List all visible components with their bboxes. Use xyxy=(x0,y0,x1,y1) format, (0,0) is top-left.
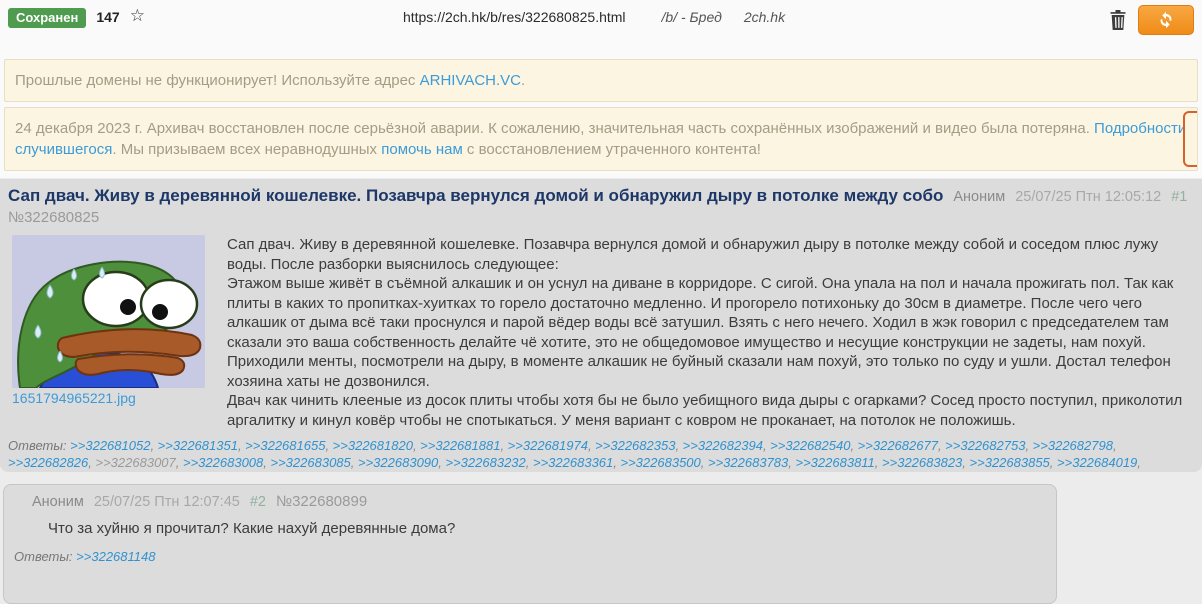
thread-title: Сап двач. Живу в деревянной кошелевке. П… xyxy=(8,184,943,208)
reply-link[interactable]: >>322683823 xyxy=(882,455,962,470)
op-content: 1651794965221.jpg Сап двач. Живу в дерев… xyxy=(8,235,1194,430)
reply-link[interactable]: >>322682677 xyxy=(858,438,938,453)
op-image-thumbnail[interactable] xyxy=(12,235,205,388)
post-2-author: Аноним xyxy=(32,494,84,510)
notice-domains: Прошлые домены не функционирует! Использ… xyxy=(4,59,1198,102)
saved-count: 147 xyxy=(96,9,119,25)
post-2-header: Аноним 25/07/25 Птн 12:07:45 #2 №3226808… xyxy=(32,493,1044,511)
arhivach-thread-page: { "topbar": { "status_badge": "Сохранен"… xyxy=(0,0,1202,529)
help-us-link[interactable]: помочь нам xyxy=(381,141,463,158)
op-datetime: 25/07/25 Птн 12:05:12 xyxy=(1015,185,1161,209)
reply-link[interactable]: >>322683361 xyxy=(533,455,613,470)
reply-link[interactable]: >>322683007 xyxy=(96,455,176,470)
reply-link[interactable]: >>322682394 xyxy=(683,438,763,453)
reply-link[interactable]: >>322682753 xyxy=(945,438,1025,453)
op-post: Сап двач. Живу в деревянной кошелевке. П… xyxy=(0,179,1202,472)
notice-recovery: 24 декабря 2023 г. Архивач восстановлен … xyxy=(4,107,1198,171)
status-badge: Сохранен xyxy=(8,8,86,28)
pepe-frog-image xyxy=(12,235,205,388)
post-2-id-link[interactable]: №322680899 xyxy=(276,493,367,511)
reply-link[interactable]: >>322682540 xyxy=(770,438,850,453)
reply-link[interactable]: >>322681820 xyxy=(333,438,413,453)
reply-link[interactable]: >>322681655 xyxy=(245,438,325,453)
op-author: Аноним xyxy=(953,185,1005,209)
refresh-button[interactable] xyxy=(1138,5,1194,35)
refresh-icon xyxy=(1157,11,1175,29)
notice-recovery-text-1: 24 декабря 2023 г. Архивач восстановлен … xyxy=(15,120,1094,137)
reply-link[interactable]: >>322681881 xyxy=(420,438,500,453)
reply-link[interactable]: >>322683085 xyxy=(271,455,351,470)
delete-button[interactable] xyxy=(1108,9,1128,31)
reply-link[interactable]: >>322681052 xyxy=(70,438,150,453)
op-attachment: 1651794965221.jpg xyxy=(12,235,205,430)
reply-link[interactable]: >>322681351 xyxy=(158,438,238,453)
replies-label: Ответы: xyxy=(8,438,67,453)
topbar: Сохранен 147 ☆ https://2ch.hk/b/res/3226… xyxy=(0,0,1202,57)
site-link[interactable]: 2ch.hk xyxy=(744,9,785,25)
op-post-id-link[interactable]: №322680825 xyxy=(8,209,99,227)
op-ordinal-link[interactable]: #1 xyxy=(1171,185,1187,209)
post-2: Аноним 25/07/25 Птн 12:07:45 #2 №3226808… xyxy=(3,484,1057,604)
reply-link[interactable]: >>322681148 xyxy=(76,549,155,564)
trash-icon xyxy=(1108,9,1128,31)
favorite-star-icon[interactable]: ☆ xyxy=(130,6,145,26)
op-replies: Ответы: >>322681052, >>322681351, >>3226… xyxy=(8,437,1194,472)
op-header: Сап двач. Живу в деревянной кошелевке. П… xyxy=(8,184,1194,209)
notice-recovery-text-2: . Мы призываем всех неравнодушных xyxy=(112,141,381,158)
reply-link[interactable]: >>322683008 xyxy=(183,455,263,470)
post-2-replies: Ответы: >>322681148 xyxy=(14,548,1044,565)
reply-link[interactable]: >>322682826 xyxy=(8,455,88,470)
post-2-ordinal-link[interactable]: #2 xyxy=(250,494,266,510)
reply-link[interactable]: >>322683783 xyxy=(708,455,788,470)
notice-domains-period: . xyxy=(521,72,525,89)
notice-domains-text: Прошлые домены не функционирует! Использ… xyxy=(15,72,420,89)
notice-edge-button[interactable] xyxy=(1183,111,1198,167)
reply-link[interactable]: >>322682353 xyxy=(595,438,675,453)
reply-link[interactable]: >>322683232 xyxy=(446,455,526,470)
reply-link[interactable]: >>322681974 xyxy=(508,438,588,453)
post-2-datetime: 25/07/25 Птн 12:07:45 xyxy=(94,494,240,510)
board-link[interactable]: /b/ - Бред xyxy=(662,9,722,25)
notice-recovery-text-3: с восстановлением утраченного контента! xyxy=(463,141,761,158)
op-image-filename-link[interactable]: 1651794965221.jpg xyxy=(12,390,136,406)
replies-label: Ответы: xyxy=(14,549,73,564)
arhivach-vc-link[interactable]: ARHIVACH.VC xyxy=(420,72,521,89)
reply-link[interactable]: >>322682798 xyxy=(1033,438,1113,453)
reply-link[interactable]: >>322683090 xyxy=(358,455,438,470)
source-url-link[interactable]: https://2ch.hk/b/res/322680825.html xyxy=(403,9,626,25)
board-info: /b/ - Бред 2ch.hk xyxy=(662,9,786,25)
notice-area: Прошлые домены не функционирует! Использ… xyxy=(0,57,1202,178)
reply-link[interactable]: >>322684019 xyxy=(1057,455,1137,470)
op-text: Сап двач. Живу в деревянной кошелевке. П… xyxy=(227,235,1194,430)
reply-link[interactable]: >>322683500 xyxy=(621,455,701,470)
reply-link[interactable]: >>322683811 xyxy=(796,455,875,470)
reply-link[interactable]: >>322683855 xyxy=(970,455,1050,470)
